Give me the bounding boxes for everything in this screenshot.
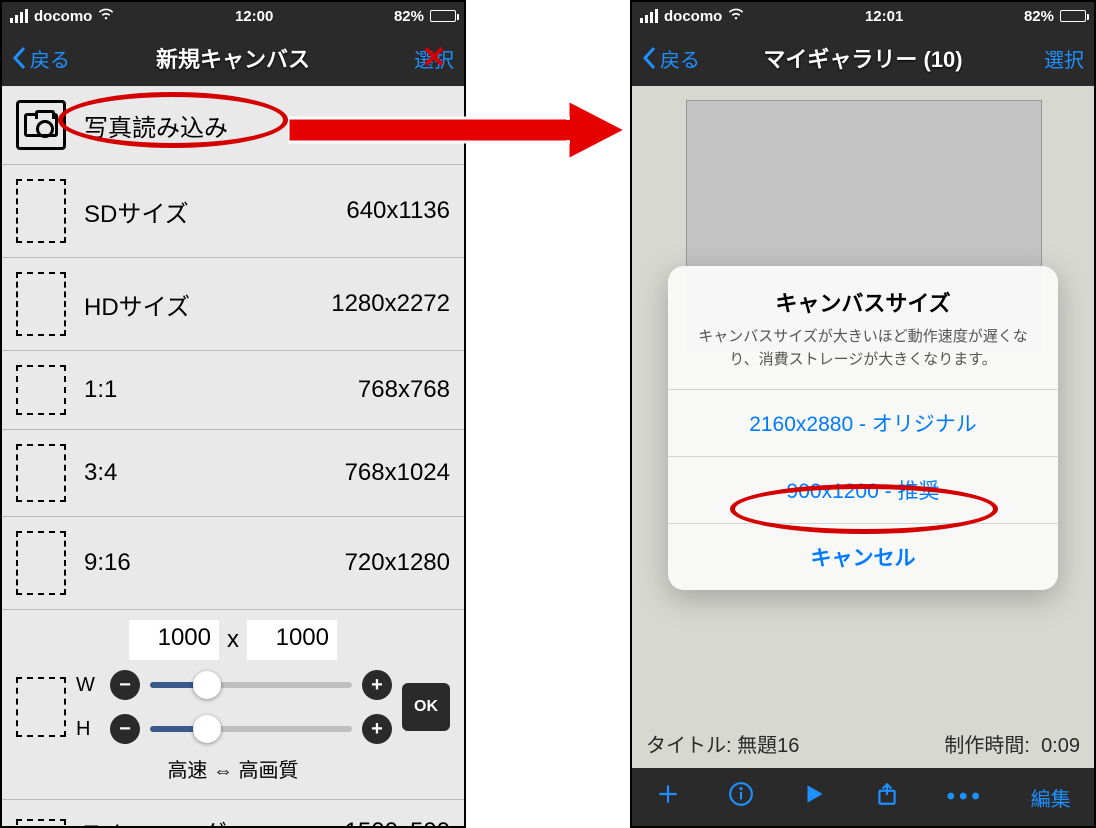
width-slider-label: W bbox=[76, 674, 100, 697]
thumb-icon bbox=[16, 179, 66, 243]
edit-button[interactable]: 編集 bbox=[1031, 783, 1071, 812]
canvas-size-sheet: キャンバスサイズ キャンバスサイズが大きいほど動作速度が遅くなり、消費ストレージ… bbox=[668, 266, 1058, 590]
share-button[interactable] bbox=[874, 781, 900, 814]
meta-time-label: 制作時間: bbox=[944, 735, 1030, 757]
left-phone: docomo 12:00 82% 戻る 新規キャンバス 選択 ✕ 写真読み込み … bbox=[0, 0, 466, 828]
thumb-icon bbox=[16, 365, 66, 415]
status-bar: docomo 12:00 82% bbox=[2, 2, 464, 30]
gallery-area: キャンバスサイズ キャンバスサイズが大きいほど動作速度が遅くなり、消費ストレージ… bbox=[632, 86, 1094, 768]
row-custom: 1000 x 1000 W − + H − bbox=[2, 610, 464, 800]
info-button[interactable] bbox=[728, 781, 754, 814]
row-dim: 1500x500 bbox=[345, 818, 450, 827]
meta-title-label: タイトル: bbox=[646, 735, 732, 757]
row-sd[interactable]: SDサイズ 640x1136 bbox=[2, 165, 464, 258]
row-label: 9:16 bbox=[84, 549, 327, 577]
row-twitter-header[interactable]: Twitterヘッダー 1500x500 bbox=[2, 800, 464, 826]
row-dim: 1280x2272 bbox=[331, 290, 450, 318]
nav-bar: 戻る マイギャラリー (10) 選択 bbox=[632, 30, 1094, 86]
back-button[interactable]: 戻る bbox=[12, 44, 70, 73]
row-1-1[interactable]: 1:1 768x768 bbox=[2, 351, 464, 430]
camera-icon bbox=[16, 100, 66, 150]
battery-icon bbox=[430, 10, 456, 22]
row-label: SDサイズ bbox=[84, 194, 328, 229]
clock: 12:00 bbox=[235, 8, 273, 25]
more-button[interactable]: ••• bbox=[947, 783, 984, 811]
row-9-16[interactable]: 9:16 720x1280 bbox=[2, 517, 464, 610]
row-label: 写真読み込み bbox=[84, 108, 450, 143]
play-button[interactable] bbox=[801, 781, 827, 814]
thumb-icon bbox=[16, 677, 66, 737]
thumb-icon bbox=[16, 531, 66, 595]
ok-button[interactable]: OK bbox=[402, 683, 450, 731]
width-plus-button[interactable]: + bbox=[362, 670, 392, 700]
page-title: マイギャラリー (10) bbox=[763, 42, 962, 74]
height-input[interactable]: 1000 bbox=[247, 620, 337, 660]
row-photo-import[interactable]: 写真読み込み bbox=[2, 86, 464, 165]
row-dim: 640x1136 bbox=[346, 197, 450, 225]
quality-label: 高速 ⇔ 高画質 bbox=[16, 754, 450, 783]
status-bar: docomo 12:01 82% bbox=[632, 2, 1094, 30]
back-label: 戻る bbox=[30, 44, 70, 73]
height-minus-button[interactable]: − bbox=[110, 714, 140, 744]
sheet-title: キャンバスサイズ bbox=[688, 286, 1038, 318]
sheet-option-original[interactable]: 2160x2880 - オリジナル bbox=[668, 389, 1058, 456]
nav-bar: 戻る 新規キャンバス 選択 ✕ bbox=[2, 30, 464, 86]
carrier-label: docomo bbox=[34, 8, 92, 25]
row-label: 1:1 bbox=[84, 376, 340, 404]
canvas-list: 写真読み込み SDサイズ 640x1136 HDサイズ 1280x2272 1:… bbox=[2, 86, 464, 826]
row-dim: 720x1280 bbox=[345, 549, 450, 577]
thumb-icon bbox=[16, 444, 66, 502]
signal-icon bbox=[10, 9, 28, 23]
back-label: 戻る bbox=[660, 44, 700, 73]
sheet-cancel-button[interactable]: キャンセル bbox=[668, 523, 1058, 590]
select-button[interactable]: 選択 ✕ bbox=[414, 44, 454, 73]
row-dim: 768x768 bbox=[358, 376, 450, 404]
width-input[interactable]: 1000 bbox=[129, 620, 219, 660]
meta-time-value: 0:09 bbox=[1041, 735, 1080, 757]
select-button[interactable]: 選択 bbox=[1044, 44, 1084, 73]
row-label: HDサイズ bbox=[84, 287, 313, 322]
height-slider-label: H bbox=[76, 718, 100, 741]
bottom-toolbar: ••• 編集 bbox=[632, 768, 1094, 826]
row-hd[interactable]: HDサイズ 1280x2272 bbox=[2, 258, 464, 351]
clock: 12:01 bbox=[865, 8, 903, 25]
battery-percent: 82% bbox=[394, 8, 424, 25]
row-dim: 768x1024 bbox=[345, 459, 450, 487]
back-button[interactable]: 戻る bbox=[642, 44, 700, 73]
sheet-option-recommended[interactable]: 900x1200 - 推奨 bbox=[668, 456, 1058, 523]
sheet-message: キャンバスサイズが大きいほど動作速度が遅くなり、消費ストレージが大きくなります。 bbox=[688, 326, 1038, 371]
battery-icon bbox=[1060, 10, 1086, 22]
artwork-meta: タイトル: 無題16 制作時間: 0:09 bbox=[646, 729, 1080, 758]
row-3-4[interactable]: 3:4 768x1024 bbox=[2, 430, 464, 517]
thumb-icon bbox=[16, 819, 66, 827]
add-button[interactable] bbox=[655, 781, 681, 814]
x-label: x bbox=[227, 626, 239, 654]
height-slider[interactable] bbox=[150, 726, 352, 732]
carrier-label: docomo bbox=[664, 8, 722, 25]
wifi-icon bbox=[728, 6, 744, 26]
page-title: 新規キャンバス bbox=[156, 42, 310, 74]
thumb-icon bbox=[16, 272, 66, 336]
signal-icon bbox=[640, 9, 658, 23]
row-label: Twitterヘッダー bbox=[84, 814, 327, 826]
right-phone: docomo 12:01 82% 戻る マイギャラリー (10) 選択 キャンバ… bbox=[630, 0, 1096, 828]
row-label: 3:4 bbox=[84, 459, 327, 487]
wifi-icon bbox=[98, 6, 114, 26]
battery-percent: 82% bbox=[1024, 8, 1054, 25]
width-minus-button[interactable]: − bbox=[110, 670, 140, 700]
height-plus-button[interactable]: + bbox=[362, 714, 392, 744]
width-slider[interactable] bbox=[150, 682, 352, 688]
meta-title-value: 無題16 bbox=[737, 735, 799, 757]
